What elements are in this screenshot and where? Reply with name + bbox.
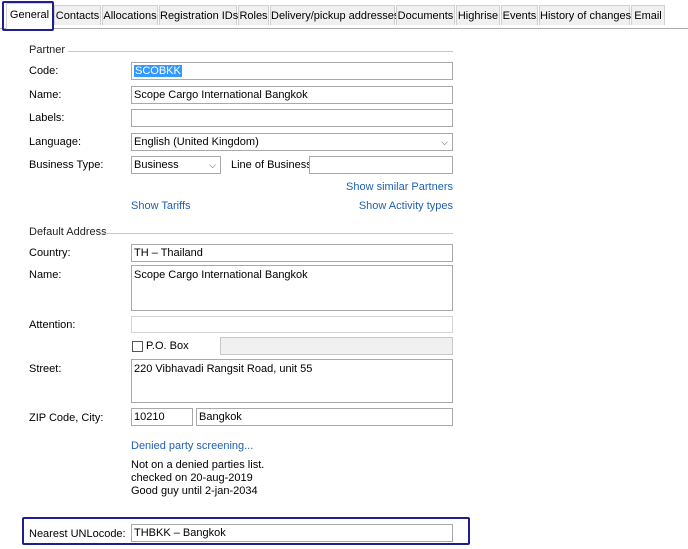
screening-status-line3: Good guy until 2-jan-2034 — [131, 485, 258, 497]
business-type-select[interactable]: Business ⌵ — [131, 156, 221, 174]
country-field[interactable]: TH – Thailand — [131, 244, 453, 262]
default-address-section-label: Default Address — [29, 226, 107, 238]
pobox-field[interactable] — [220, 337, 453, 355]
tab-allocations[interactable]: Allocations — [102, 5, 158, 25]
tab-events[interactable]: Events — [501, 5, 538, 25]
name-label: Name: — [29, 89, 62, 101]
language-value: English (United Kingdom) — [134, 136, 259, 148]
address-name-label: Name: — [29, 269, 62, 281]
line-of-business-label: Line of Business: — [231, 159, 315, 171]
tab-delivery-pickup-addresses[interactable]: Delivery/pickup addresses — [270, 5, 399, 25]
code-value: SCOBKK — [134, 65, 182, 77]
tab-general[interactable]: General — [6, 3, 53, 29]
line-of-business-field[interactable] — [309, 156, 453, 174]
show-similar-partners-link[interactable]: Show similar Partners — [346, 181, 453, 193]
code-label: Code: — [29, 65, 59, 77]
show-activity-types-link[interactable]: Show Activity types — [359, 200, 453, 212]
tab-bar: General Contacts Allocations Registratio… — [0, 0, 688, 29]
nearest-unlocode-label: Nearest UNLocode: — [29, 528, 126, 540]
code-field[interactable]: SCOBKK — [131, 62, 453, 80]
zip-city-label: ZIP Code, City: — [29, 412, 104, 424]
city-field[interactable]: Bangkok — [196, 408, 453, 426]
country-label: Country: — [29, 247, 71, 259]
street-label: Street: — [29, 363, 62, 375]
language-label: Language: — [29, 136, 81, 148]
partner-divider — [68, 51, 453, 52]
business-type-value: Business — [134, 159, 179, 171]
name-field[interactable]: Scope Cargo International Bangkok — [131, 86, 453, 104]
pobox-checkbox[interactable] — [132, 341, 143, 352]
business-type-label: Business Type: — [29, 159, 104, 171]
tab-email[interactable]: Email — [631, 5, 665, 25]
attention-field[interactable] — [131, 316, 453, 333]
language-select[interactable]: English (United Kingdom) ⌵ — [131, 133, 453, 151]
street-field[interactable]: 220 Vibhavadi Rangsit Road, unit 55 — [131, 359, 453, 403]
tab-contacts[interactable]: Contacts — [54, 5, 101, 25]
partner-section-label: Partner — [29, 44, 66, 56]
address-divider — [103, 233, 453, 234]
zip-code-field[interactable]: 10210 — [131, 408, 193, 426]
show-tariffs-link[interactable]: Show Tariffs — [131, 200, 191, 212]
attention-label: Attention: — [29, 319, 76, 331]
tab-highrise[interactable]: Highrise — [456, 5, 500, 25]
tab-history-of-changes[interactable]: History of changes — [539, 5, 631, 25]
tab-documents[interactable]: Documents — [396, 5, 455, 25]
chevron-down-icon: ⌵ — [441, 137, 448, 147]
tab-registration-ids[interactable]: Registration IDs — [159, 5, 238, 25]
screening-status-line2: checked on 20-aug-2019 — [131, 472, 253, 484]
tab-roles[interactable]: Roles — [238, 5, 269, 25]
labels-field[interactable] — [131, 109, 453, 127]
labels-label: Labels: — [29, 112, 65, 124]
chevron-down-icon: ⌵ — [209, 160, 216, 170]
address-name-field[interactable]: Scope Cargo International Bangkok — [131, 265, 453, 311]
denied-party-screening-link[interactable]: Denied party screening... — [131, 440, 253, 452]
pobox-label: P.O. Box — [146, 340, 189, 352]
nearest-unlocode-field[interactable]: THBKK – Bangkok — [131, 524, 453, 542]
screening-status-line1: Not on a denied parties list. — [131, 459, 265, 471]
